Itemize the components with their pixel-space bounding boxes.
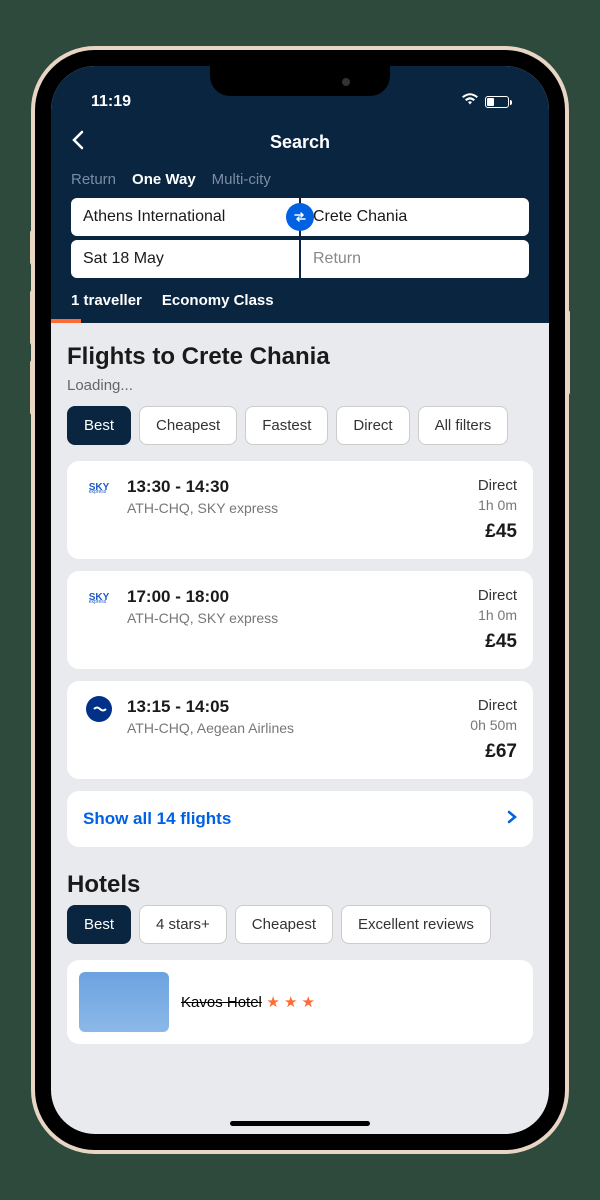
flight-stops: Direct	[478, 477, 517, 494]
flight-stops: Direct	[478, 587, 517, 604]
flight-route: ATH-CHQ, SKY express	[127, 610, 466, 626]
hotel-result[interactable]: Kavos Hotel ★ ★ ★	[67, 960, 533, 1044]
flight-stops: Direct	[470, 697, 517, 714]
flight-filters: Best Cheapest Fastest Direct All filters	[67, 406, 533, 445]
phone-screen: 11:19 Search Return One Way Multi-city	[51, 66, 549, 1134]
flight-info: 17:00 - 18:00 ATH-CHQ, SKY express	[127, 587, 466, 653]
flight-result[interactable]: 13:15 - 14:05 ATH-CHQ, Aegean Airlines D…	[67, 681, 533, 779]
aegean-icon	[86, 696, 112, 722]
wifi-icon	[461, 93, 479, 111]
trip-type-tabs: Return One Way Multi-city	[71, 171, 529, 198]
page-title: Search	[270, 132, 330, 153]
filter-hotel-cheapest[interactable]: Cheapest	[235, 905, 333, 944]
search-options: 1 traveller Economy Class	[71, 292, 529, 323]
hotel-image	[79, 972, 169, 1032]
app-header: 11:19 Search Return One Way Multi-city	[51, 66, 549, 323]
volume-down	[30, 360, 35, 415]
tab-return[interactable]: Return	[71, 171, 116, 188]
hotel-name: Kavos Hotel	[181, 994, 262, 1011]
filter-cheapest[interactable]: Cheapest	[139, 406, 237, 445]
flight-price: £45	[478, 521, 517, 543]
filter-hotel-excellent[interactable]: Excellent reviews	[341, 905, 491, 944]
airline-logo-sky: SKYexpress	[83, 479, 115, 499]
flight-duration: 0h 50m	[470, 717, 517, 733]
show-all-flights-button[interactable]: Show all 14 flights	[67, 791, 533, 847]
filter-direct[interactable]: Direct	[336, 406, 409, 445]
flight-info: 13:15 - 14:05 ATH-CHQ, Aegean Airlines	[127, 697, 458, 763]
hotel-filters: Best 4 stars+ Cheapest Excellent reviews	[67, 905, 533, 944]
filter-fastest[interactable]: Fastest	[245, 406, 328, 445]
airline-logo-aegean	[83, 699, 115, 719]
flight-meta: Direct 0h 50m £67	[470, 697, 517, 763]
show-all-label: Show all 14 flights	[83, 809, 231, 829]
nav-header: Search	[71, 120, 529, 171]
return-date-input[interactable]: Return	[301, 240, 529, 278]
phone-notch	[210, 66, 390, 96]
filter-best[interactable]: Best	[67, 406, 131, 445]
flight-price: £45	[478, 631, 517, 653]
flight-times: 13:30 - 14:30	[127, 477, 466, 497]
travellers-button[interactable]: 1 traveller	[71, 292, 142, 309]
swap-airports-button[interactable]	[286, 203, 314, 231]
mute-switch	[30, 230, 35, 265]
flight-info: 13:30 - 14:30 ATH-CHQ, SKY express	[127, 477, 466, 543]
indicator	[51, 319, 81, 323]
flight-route: ATH-CHQ, Aegean Airlines	[127, 720, 458, 736]
chevron-right-icon	[507, 810, 517, 829]
date-inputs: Sat 18 May Return	[71, 240, 529, 278]
hotels-title: Hotels	[67, 871, 533, 899]
star-icon: ★ ★ ★	[266, 994, 315, 1011]
flight-result[interactable]: SKYexpress 13:30 - 14:30 ATH-CHQ, SKY ex…	[67, 461, 533, 559]
back-icon[interactable]	[71, 129, 85, 157]
flight-result[interactable]: SKYexpress 17:00 - 18:00 ATH-CHQ, SKY ex…	[67, 571, 533, 669]
flight-times: 13:15 - 14:05	[127, 697, 458, 717]
flight-meta: Direct 1h 0m £45	[478, 477, 517, 543]
filter-hotel-4stars[interactable]: 4 stars+	[139, 905, 227, 944]
results-content: Flights to Crete Chania Loading... Best …	[51, 323, 549, 1064]
battery-icon	[485, 96, 509, 108]
tab-one-way[interactable]: One Way	[132, 171, 196, 188]
loading-text: Loading...	[67, 377, 533, 394]
flight-duration: 1h 0m	[478, 497, 517, 513]
flight-meta: Direct 1h 0m £45	[478, 587, 517, 653]
hotel-info: Kavos Hotel ★ ★ ★	[181, 993, 315, 1012]
filter-all[interactable]: All filters	[418, 406, 509, 445]
flight-price: £67	[470, 741, 517, 763]
class-button[interactable]: Economy Class	[162, 292, 274, 309]
flight-route: ATH-CHQ, SKY express	[127, 500, 466, 516]
flight-times: 17:00 - 18:00	[127, 587, 466, 607]
status-time: 11:19	[91, 93, 131, 111]
to-airport-input[interactable]: Crete Chania	[301, 198, 529, 236]
flights-title: Flights to Crete Chania	[67, 343, 533, 371]
status-icons	[461, 93, 509, 111]
airline-logo-sky: SKYexpress	[83, 589, 115, 609]
power-button	[565, 310, 570, 395]
depart-date-input[interactable]: Sat 18 May	[71, 240, 299, 278]
flight-duration: 1h 0m	[478, 607, 517, 623]
airport-inputs: Athens International Crete Chania	[71, 198, 529, 236]
phone-frame: 11:19 Search Return One Way Multi-city	[35, 50, 565, 1150]
volume-up	[30, 290, 35, 345]
tab-multi-city[interactable]: Multi-city	[212, 171, 271, 188]
home-indicator[interactable]	[230, 1121, 370, 1126]
from-airport-input[interactable]: Athens International	[71, 198, 299, 236]
filter-hotel-best[interactable]: Best	[67, 905, 131, 944]
